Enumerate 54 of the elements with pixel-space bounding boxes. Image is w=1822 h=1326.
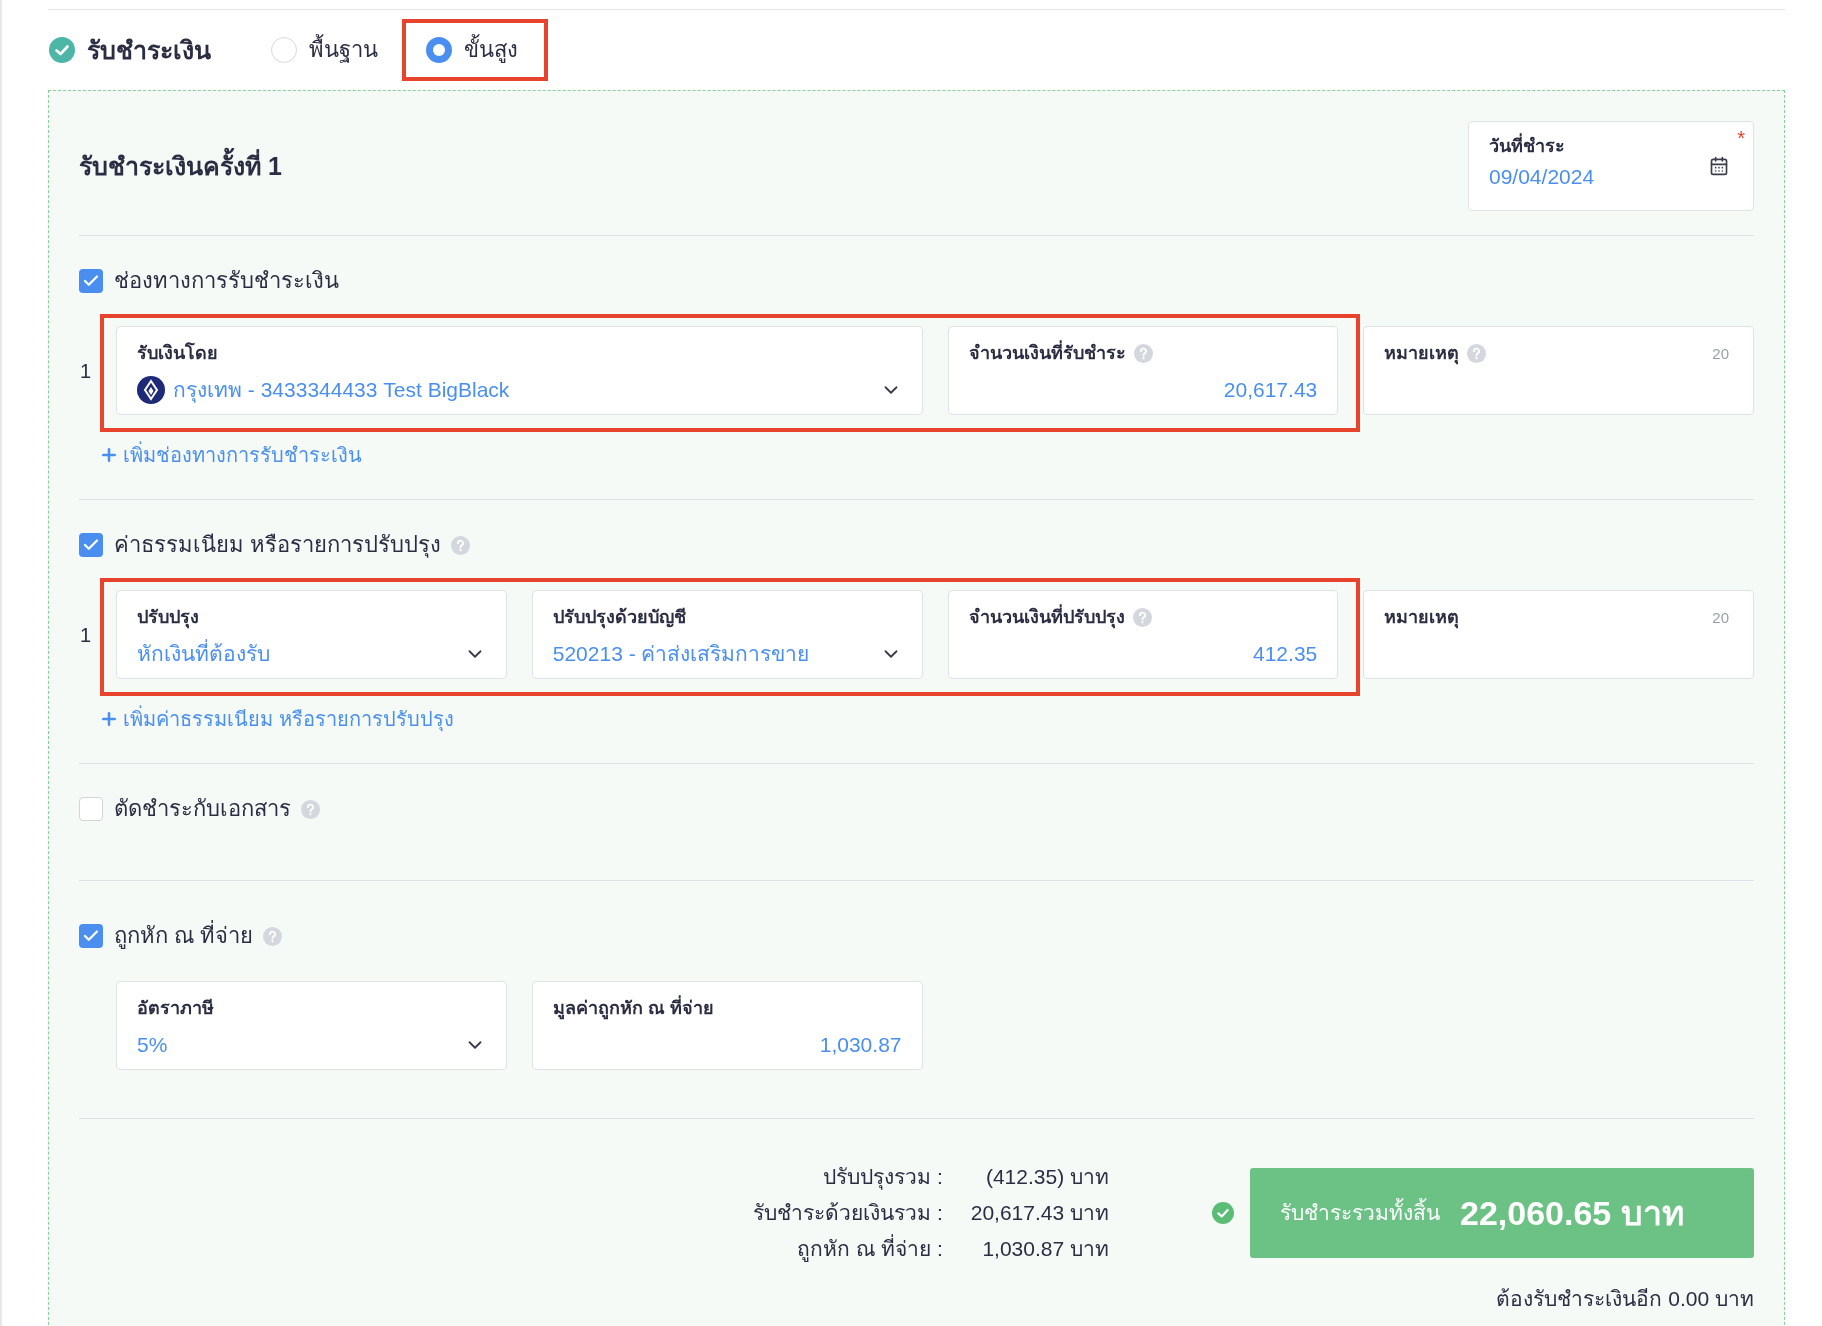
checkbox[interactable] [79,924,103,948]
summary-label: รับชำระด้วยเงินรวม : [753,1200,943,1226]
checkbox-label: ช่องทางการรับชำระเงิน [114,268,339,294]
field-label: ปรับปรุงด้วยบัญชี [552,606,686,629]
summary-value: (412.35) บาท [984,1164,1109,1190]
checkbox-label: ค่าธรรมเนียม หรือรายการปรับปรุง [114,532,442,558]
amount-field[interactable]: มูลค่าถูกหัก ณ ที่จ่าย 1,030.87 [531,981,923,1070]
summary-label: ถูกหัก ณ ที่จ่าย : [753,1235,943,1263]
amount-field[interactable]: จำนวนเงินที่ปรับปรุง 412.35 [947,590,1339,679]
character-counter: 20 [1712,609,1729,627]
checkbox[interactable] [79,533,103,557]
row-number: 1 [80,359,92,382]
summary-value: 1,030.87 บาท [981,1236,1109,1262]
total-label: รับชำระรวมทั้งสิ้น [1280,1200,1440,1226]
field-label: จำนวนเงินที่ปรับปรุง [968,605,1125,629]
calendar-icon[interactable] [1709,156,1729,176]
total-amount: 22,060.65 บาท [1460,1192,1684,1234]
select-field[interactable]: รับเงินโดย กรุงเทพ - 3433344433 Test BigBlack [116,326,923,415]
amount-field[interactable]: จำนวนเงินที่รับชำระ 20,617.43 [947,326,1339,415]
plus-icon [99,445,119,465]
summary-label: ปรับปรุงรวม : [822,1164,943,1191]
field-value: 5% [137,1032,169,1058]
field-label: รับเงินโดย [137,341,218,365]
checkbox[interactable] [79,797,103,821]
checkbox[interactable] [79,269,103,293]
field-value: กรุงเทพ - 3433344433 Test BigBlack [173,377,511,404]
field-value: 09/04/2024 [1489,163,1595,189]
plus-icon [99,709,119,729]
field-value: 412.35 [1252,641,1318,667]
required-mark: * [1737,126,1745,150]
note-field[interactable]: หมายเหตุ 20 [1363,590,1754,679]
field-value: หักเงินที่ต้องรับ [137,640,456,668]
row-number: 1 [80,623,92,646]
field-label: หมายเหตุ [1384,342,1460,365]
radio-option[interactable]: พื้นฐาน [271,36,378,64]
section-title: รับชำระเงิน [87,35,211,65]
field-value: 20,617.43 [1222,377,1318,403]
field-label: จำนวนเงินที่รับชำระ [968,341,1126,365]
date-field[interactable]: วันที่ชำระ 09/04/2024 * [1468,121,1754,211]
radio-option[interactable]: ขั้นสูง [426,36,518,64]
checkbox-label: ตัดชำระกับเอกสาร [114,796,291,822]
remaining-amount: ต้องรับชำระเงินอีก 0.00 บาท [1496,1286,1754,1312]
note-field[interactable]: หมายเหตุ 20 [1363,326,1754,415]
field-label: หมายเหตุ [1384,606,1460,629]
field-label: ปรับปรุง [137,606,199,629]
field-value: 520213 - ค่าส่งเสริมการขาย [552,641,811,667]
field-label: อัตราภาษี [137,997,214,1020]
field-label: มูลค่าถูกหัก ณ ที่จ่าย [552,996,714,1020]
select-field[interactable]: อัตราภาษี 5% [116,981,507,1070]
character-counter: 20 [1712,345,1729,363]
select-field[interactable]: ปรับปรุง หักเงินที่ต้องรับ [116,590,507,679]
summary-value: 20,617.43 บาท [970,1200,1109,1226]
select-field[interactable]: ปรับปรุงด้วยบัญชี 520213 - ค่าส่งเสริมการขาย [531,590,923,679]
field-value: 1,030.87 [818,1032,902,1058]
